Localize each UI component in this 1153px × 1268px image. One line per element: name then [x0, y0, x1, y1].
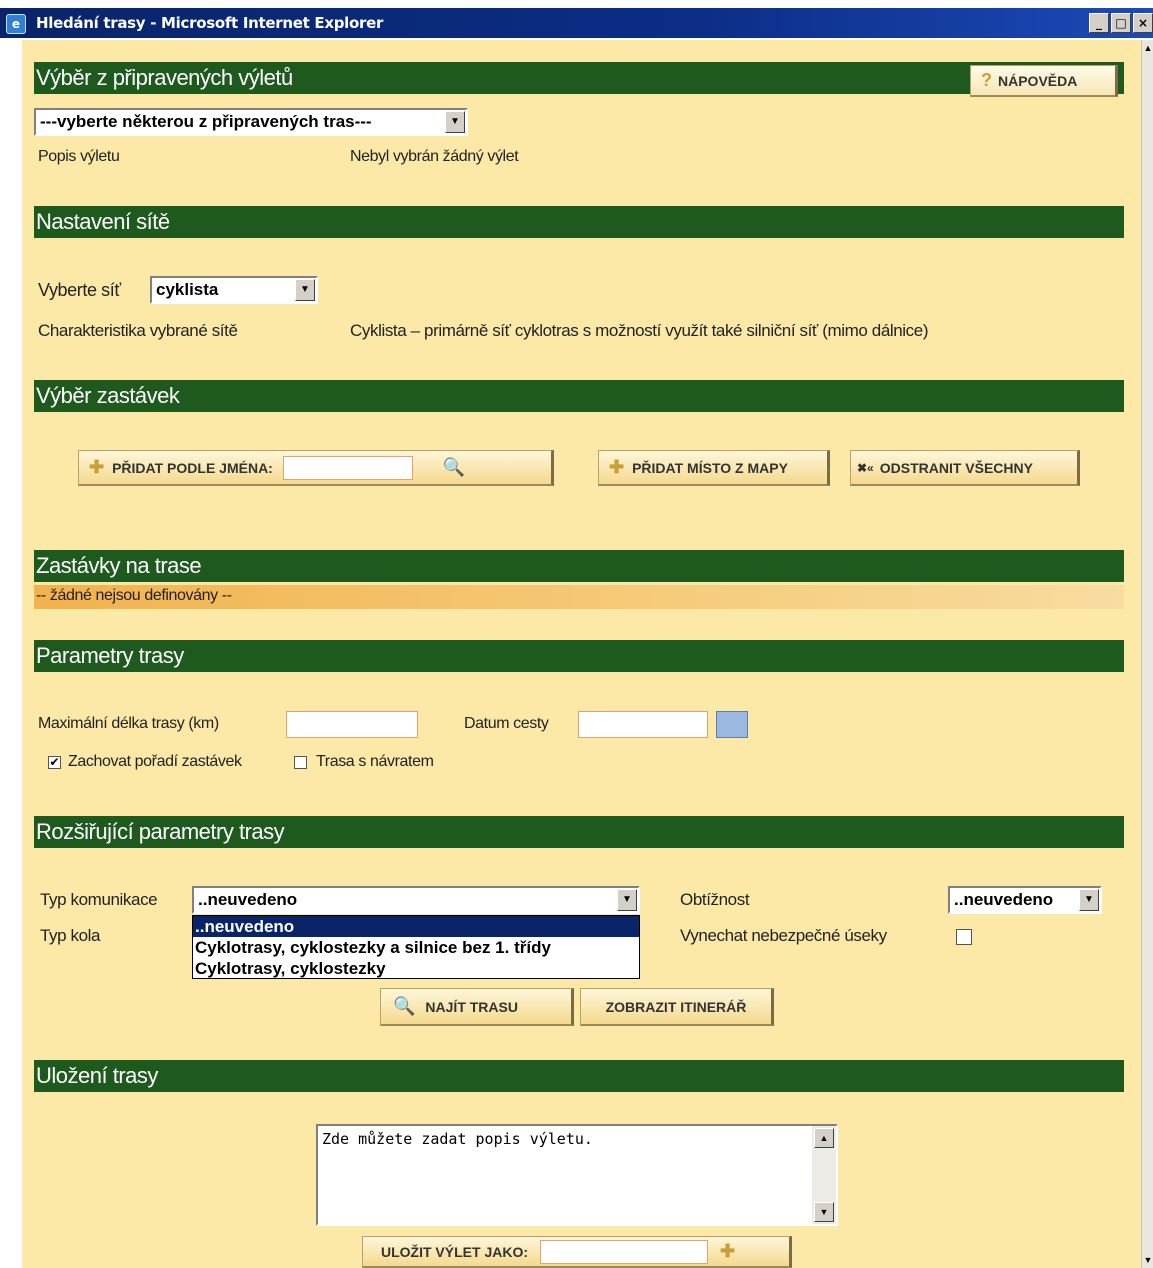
save-as-button[interactable]: ULOŽIT VÝLET JAKO: ✚ — [362, 1236, 792, 1268]
road-type-option[interactable]: ..neuvedeno — [193, 916, 639, 937]
find-route-label: NAJÍT TRASU — [425, 998, 518, 1015]
save-as-input[interactable] — [540, 1239, 708, 1264]
window-titlebar: e Hledání trasy - Microsoft Internet Exp… — [0, 8, 1153, 38]
search-icon: 🔍 — [393, 996, 416, 1016]
save-as-label: ULOŽIT VÝLET JAKO: — [381, 1243, 528, 1260]
minimize-button[interactable]: _ — [1089, 13, 1109, 33]
stop-name-input[interactable] — [282, 455, 413, 480]
max-length-label: Maximální délka trasy (km) — [38, 715, 219, 732]
trip-desc-value: Nebyl vybrán žádný výlet — [350, 148, 519, 165]
difficulty-select[interactable]: ..neuvedeno ▼ — [948, 886, 1102, 914]
road-type-label: Typ komunikace — [40, 890, 158, 909]
remove-all-icon: ✖« — [857, 460, 874, 475]
calendar-icon[interactable] — [716, 711, 748, 738]
window-title: Hledání trasy - Microsoft Internet Explo… — [36, 14, 384, 32]
help-button-label: NÁPOVĚDA — [998, 72, 1078, 89]
date-input[interactable] — [578, 711, 708, 738]
bike-type-label: Typ kola — [40, 926, 101, 945]
chevron-down-icon[interactable]: ▼ — [445, 111, 465, 133]
section-header-route-stops: Zastávky na trase — [34, 550, 1124, 582]
find-route-button[interactable]: 🔍 NAJÍT TRASU — [380, 988, 574, 1026]
window-controls: _ □ × — [1087, 13, 1153, 33]
trip-desc-label: Popis výletu — [38, 148, 120, 165]
section-header-network: Nastavení sítě — [34, 206, 1124, 238]
textarea-scrollbar[interactable]: ▲ ▼ — [812, 1126, 836, 1224]
page-content: Výběr z připravených výletů ? NÁPOVĚDA -… — [22, 40, 1141, 1268]
chevron-down-icon[interactable]: ▼ — [617, 889, 637, 911]
internet-explorer-icon: e — [6, 14, 26, 34]
keep-order-label: Zachovat pořadí zastávek — [68, 753, 242, 770]
max-length-input[interactable] — [286, 711, 418, 738]
plus-icon: ✚ — [89, 457, 105, 477]
trip-description-textarea[interactable]: Zde můžete zadat popis výletu. — [316, 1124, 838, 1226]
skip-dangerous-checkbox[interactable] — [956, 929, 972, 945]
page-scrollbar[interactable]: ▲ ▼ — [1141, 40, 1153, 1268]
show-itinerary-label: ZOBRAZIT ITINERÁŘ — [605, 998, 747, 1015]
add-by-name-button[interactable]: ✚ PŘIDAT PODLE JMÉNA: 🔍 — [78, 450, 554, 486]
trip-select[interactable]: ---vyberte některou z připravených tras-… — [34, 108, 468, 136]
add-from-map-label: PŘIDAT MÍSTO Z MAPY — [632, 459, 788, 476]
empty-stops-text: -- žádné nejsou definovány -- — [36, 587, 232, 604]
section-header-ext: Rozšiřující parametry trasy — [34, 816, 1124, 848]
round-trip-checkbox[interactable] — [294, 756, 307, 769]
network-select-label: Vyberte síť — [38, 280, 121, 300]
section-header-stops: Výběr zastávek — [34, 380, 1124, 412]
plus-icon[interactable]: ✚ — [720, 1241, 735, 1262]
chevron-down-icon[interactable]: ▼ — [1079, 889, 1099, 911]
scroll-up-icon[interactable]: ▲ — [1142, 40, 1153, 56]
empty-stops-bar: -- žádné nejsou definovány -- — [34, 585, 1124, 609]
chevron-down-icon[interactable]: ▼ — [295, 279, 315, 301]
scroll-down-icon[interactable]: ▼ — [1142, 1252, 1153, 1268]
help-icon: ? — [981, 70, 992, 90]
road-type-select[interactable]: ..neuvedeno ▼ — [192, 886, 640, 914]
add-by-name-label: PŘIDAT PODLE JMÉNA: — [112, 459, 273, 476]
keep-order-checkbox[interactable]: ✔ — [48, 756, 61, 769]
section-header-params: Parametry trasy — [34, 640, 1124, 672]
road-type-dropdown-list: ..neuvedeno Cyklotrasy, cyklostezky a si… — [192, 915, 640, 979]
road-type-value: ..neuvedeno — [198, 890, 298, 909]
add-from-map-button[interactable]: ✚ PŘIDAT MÍSTO Z MAPY — [598, 450, 830, 486]
plus-icon: ✚ — [609, 457, 625, 477]
road-type-option[interactable]: Cyklotrasy, cyklostezky a silnice bez 1.… — [193, 937, 639, 958]
road-type-option[interactable]: Cyklotrasy, cyklostezky — [193, 958, 639, 979]
network-char-label: Charakteristika vybrané sítě — [38, 321, 238, 340]
search-icon[interactable]: 🔍 — [443, 457, 465, 478]
network-select-value: cyklista — [156, 280, 219, 299]
help-button[interactable]: ? NÁPOVĚDA — [970, 65, 1118, 97]
remove-all-label: ODSTRANIT VŠECHNY — [879, 459, 1033, 476]
network-select[interactable]: cyklista ▼ — [150, 276, 318, 304]
section-header-save: Uložení trasy — [34, 1060, 1124, 1092]
scroll-up-icon[interactable]: ▲ — [814, 1128, 834, 1148]
round-trip-label: Trasa s návratem — [316, 753, 434, 770]
date-label: Datum cesty — [464, 715, 549, 732]
remove-all-button[interactable]: ✖« ODSTRANIT VŠECHNY — [850, 450, 1080, 486]
scroll-down-icon[interactable]: ▼ — [814, 1202, 834, 1222]
difficulty-value: ..neuvedeno — [954, 890, 1054, 909]
network-char-value: Cyklista – primárně síť cyklotras s možn… — [350, 321, 929, 340]
maximize-button[interactable]: □ — [1111, 13, 1131, 33]
show-itinerary-button[interactable]: ZOBRAZIT ITINERÁŘ — [580, 988, 774, 1026]
trip-select-value: ---vyberte některou z připravených tras-… — [40, 112, 372, 131]
skip-dangerous-label: Vynechat nebezpečné úseky — [680, 926, 887, 945]
difficulty-label: Obtížnost — [680, 890, 750, 909]
section-header-trips: Výběr z připravených výletů — [34, 62, 1124, 94]
close-button[interactable]: × — [1133, 13, 1153, 33]
